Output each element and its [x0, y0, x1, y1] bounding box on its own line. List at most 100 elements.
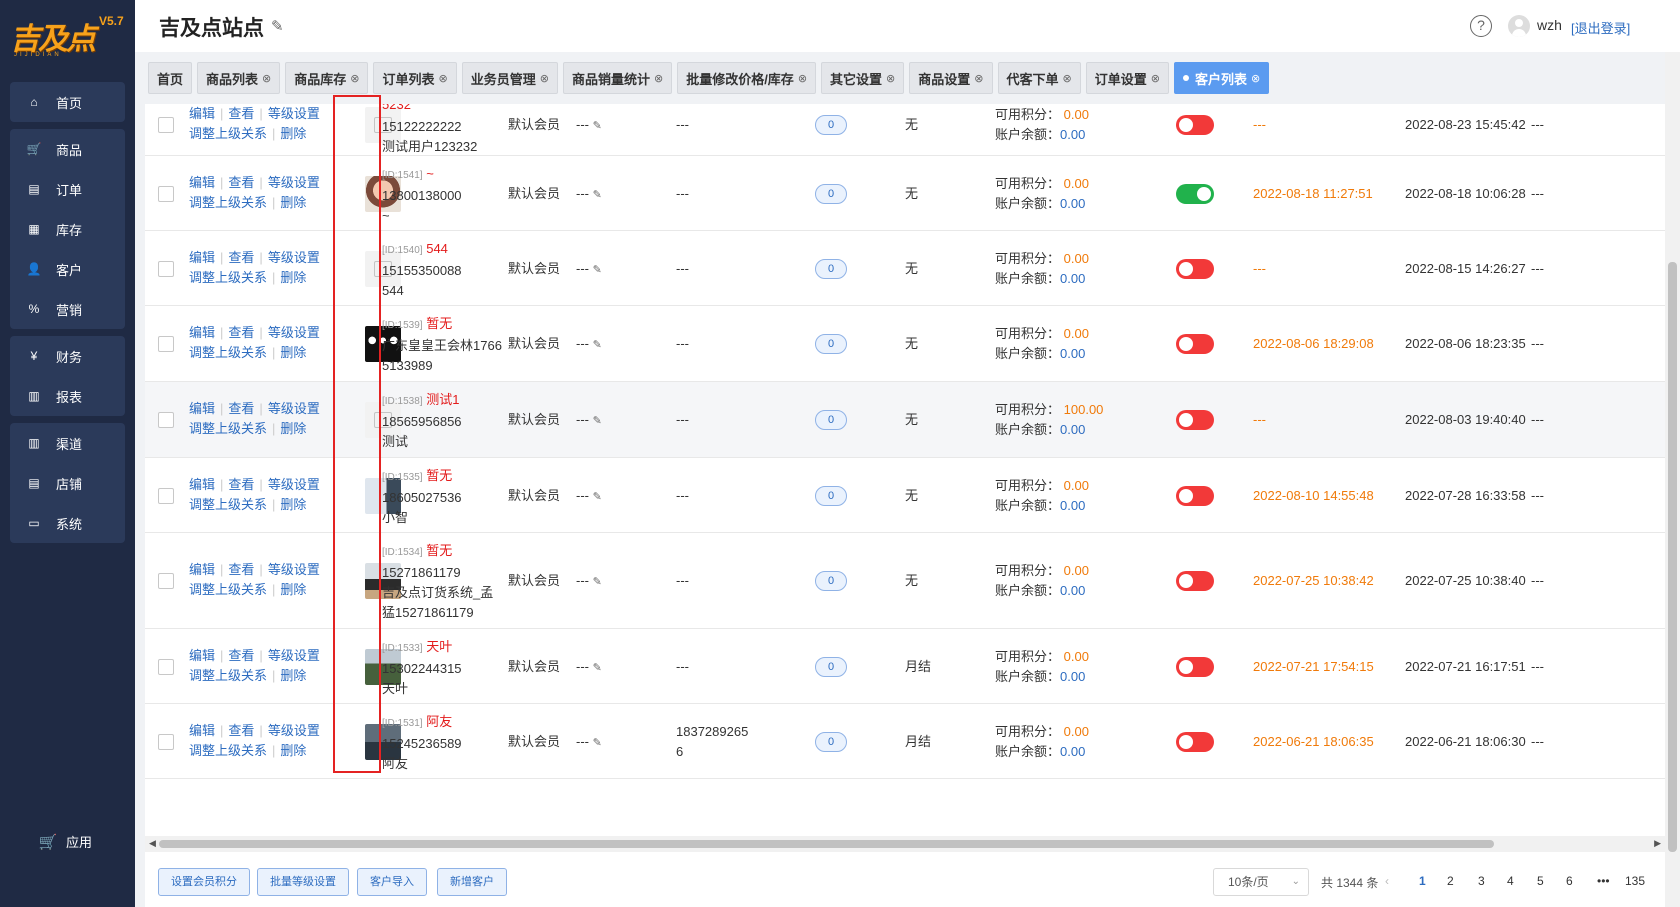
vertical-scrollbar[interactable] — [1665, 52, 1680, 907]
adjust-parent-link[interactable]: 调整上级关系 — [189, 195, 267, 210]
delete-link[interactable]: 删除 — [280, 270, 306, 285]
delete-link[interactable]: 删除 — [280, 345, 306, 360]
horizontal-scrollbar[interactable]: ◀ ▶ — [145, 836, 1665, 852]
close-icon[interactable]: ⊗ — [798, 72, 807, 85]
nav-item-group2-1[interactable]: ▤ 订单 — [10, 169, 125, 209]
row-checkbox[interactable] — [158, 573, 174, 589]
adjust-parent-link[interactable]: 调整上级关系 — [189, 668, 267, 683]
edit-link[interactable]: 编辑 — [189, 106, 215, 121]
status-toggle[interactable] — [1176, 731, 1214, 752]
tab-6[interactable]: 批量修改价格/库存 ⊗ — [677, 62, 817, 94]
status-toggle[interactable] — [1176, 334, 1214, 354]
edit-referrer-icon[interactable]: ✎ — [593, 189, 602, 201]
view-link[interactable]: 查看 — [228, 562, 254, 577]
status-toggle[interactable] — [1176, 115, 1214, 135]
edit-referrer-icon[interactable]: ✎ — [593, 120, 602, 132]
nav-item-group2-2[interactable]: ▦ 库存 — [10, 209, 125, 249]
add-customer-button[interactable]: 新增客户 — [437, 868, 507, 896]
view-link[interactable]: 查看 — [228, 401, 254, 416]
edit-link[interactable]: 编辑 — [189, 477, 215, 492]
view-link[interactable]: 查看 — [228, 250, 254, 265]
edit-link[interactable]: 编辑 — [189, 648, 215, 663]
page-2[interactable]: 2 — [1447, 874, 1454, 888]
tab-0[interactable]: 首页 — [148, 62, 193, 94]
close-icon[interactable]: ⊗ — [262, 72, 271, 85]
delete-link[interactable]: 删除 — [280, 126, 306, 141]
row-checkbox[interactable] — [158, 117, 174, 133]
tab-7[interactable]: 其它设置 ⊗ — [821, 62, 905, 94]
edit-link[interactable]: 编辑 — [189, 401, 215, 416]
close-icon[interactable]: ⊗ — [886, 72, 895, 85]
scroll-right-icon[interactable]: ▶ — [1654, 838, 1661, 849]
adjust-parent-link[interactable]: 调整上级关系 — [189, 345, 267, 360]
order-count-badge[interactable]: 0 — [815, 410, 847, 430]
level-settings-link[interactable]: 等级设置 — [268, 250, 320, 265]
order-count-badge[interactable]: 0 — [815, 183, 847, 204]
order-count-badge[interactable]: 0 — [815, 731, 847, 752]
tab-5[interactable]: 商品销量统计 ⊗ — [562, 62, 673, 94]
adjust-parent-link[interactable]: 调整上级关系 — [189, 497, 267, 512]
close-icon[interactable]: ⊗ — [974, 72, 983, 85]
page-135[interactable]: 135 — [1625, 874, 1645, 888]
edit-title-icon[interactable]: ✎ — [271, 17, 284, 35]
logout-link[interactable]: [退出登录] — [1571, 18, 1630, 37]
nav-item-group1-0[interactable]: ⌂ 首页 — [10, 82, 125, 122]
delete-link[interactable]: 删除 — [280, 421, 306, 436]
level-settings-link[interactable]: 等级设置 — [268, 325, 320, 340]
status-toggle[interactable] — [1176, 656, 1214, 677]
avatar[interactable] — [1508, 15, 1530, 37]
page-4[interactable]: 4 — [1507, 874, 1514, 888]
nav-item-group2-4[interactable]: % 营销 — [10, 289, 125, 329]
row-checkbox[interactable] — [158, 733, 174, 750]
horizontal-scroll-thumb[interactable] — [159, 840, 1494, 848]
view-link[interactable]: 查看 — [228, 325, 254, 340]
status-toggle[interactable] — [1176, 571, 1214, 591]
status-toggle[interactable] — [1176, 258, 1214, 279]
page-3[interactable]: 3 — [1478, 874, 1485, 888]
order-count-badge[interactable]: 0 — [815, 485, 847, 506]
close-icon[interactable]: ⊗ — [439, 72, 448, 85]
row-checkbox[interactable] — [158, 185, 174, 202]
page-size-select[interactable]: 10条/页 ⌄ — [1213, 868, 1309, 896]
nav-item-group3-1[interactable]: ▥ 报表 — [10, 376, 125, 416]
level-settings-link[interactable]: 等级设置 — [268, 401, 320, 416]
nav-item-group3-0[interactable]: ¥ 财务 — [10, 336, 125, 376]
close-icon[interactable]: ⊗ — [1251, 72, 1260, 85]
tab-4[interactable]: 业务员管理 ⊗ — [461, 62, 558, 94]
order-count-badge[interactable]: 0 — [815, 656, 847, 677]
nav-item-group4-2[interactable]: ▭ 系统 — [10, 503, 125, 543]
row-checkbox[interactable] — [158, 412, 174, 428]
vertical-scroll-thumb[interactable] — [1668, 262, 1677, 852]
nav-item-group2-3[interactable]: 👤 客户 — [10, 249, 125, 289]
order-count-badge[interactable]: 0 — [815, 258, 847, 279]
set-points-button[interactable]: 设置会员积分 — [158, 868, 250, 896]
edit-referrer-icon[interactable]: ✎ — [593, 415, 602, 427]
close-icon[interactable]: ⊗ — [1063, 72, 1072, 85]
status-toggle[interactable] — [1176, 485, 1214, 506]
edit-link[interactable]: 编辑 — [189, 250, 215, 265]
import-customers-button[interactable]: 客户导入 — [357, 868, 427, 896]
nav-app[interactable]: 🛒 应用 — [39, 832, 92, 851]
delete-link[interactable]: 删除 — [280, 668, 306, 683]
view-link[interactable]: 查看 — [228, 477, 254, 492]
help-icon[interactable]: ? — [1470, 15, 1492, 37]
level-settings-link[interactable]: 等级设置 — [268, 106, 320, 121]
view-link[interactable]: 查看 — [228, 175, 254, 190]
tab-2[interactable]: 商品库存 ⊗ — [285, 62, 369, 94]
row-checkbox[interactable] — [158, 658, 174, 675]
adjust-parent-link[interactable]: 调整上级关系 — [189, 743, 267, 758]
delete-link[interactable]: 删除 — [280, 195, 306, 210]
row-checkbox[interactable] — [158, 487, 174, 504]
close-icon[interactable]: ⊗ — [1151, 72, 1160, 85]
delete-link[interactable]: 删除 — [280, 582, 306, 597]
tab-11[interactable]: 客户列表 ⊗ — [1173, 62, 1270, 94]
edit-referrer-icon[interactable]: ✎ — [593, 662, 602, 674]
edit-link[interactable]: 编辑 — [189, 325, 215, 340]
status-toggle[interactable] — [1176, 183, 1214, 204]
level-settings-link[interactable]: 等级设置 — [268, 723, 320, 738]
status-toggle[interactable] — [1176, 410, 1214, 430]
level-settings-link[interactable]: 等级设置 — [268, 175, 320, 190]
order-count-badge[interactable]: 0 — [815, 115, 847, 135]
edit-referrer-icon[interactable]: ✎ — [593, 576, 602, 588]
delete-link[interactable]: 删除 — [280, 743, 306, 758]
